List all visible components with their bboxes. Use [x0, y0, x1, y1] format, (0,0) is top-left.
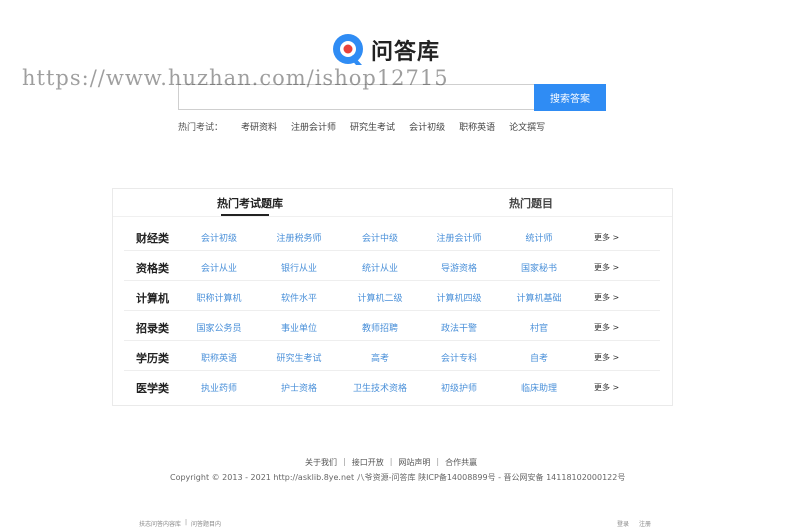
category-link[interactable]: 政法干警: [441, 321, 477, 334]
more-link[interactable]: 更多 >: [594, 292, 619, 303]
more-link[interactable]: 更多 >: [594, 352, 619, 363]
logo-q-icon: [331, 33, 365, 67]
category-link[interactable]: 自考: [530, 351, 548, 364]
category-link[interactable]: 统计从业: [362, 261, 398, 274]
category-link[interactable]: 会计从业: [201, 261, 237, 274]
category-link[interactable]: 研究生考试: [276, 351, 321, 364]
category-title: 招录类: [136, 322, 169, 335]
more-link[interactable]: 更多 >: [594, 232, 619, 243]
search-button[interactable]: 搜索答案: [534, 84, 606, 111]
hot-exams-bar: 热门考试： 考研资料 注册会计师 研究生考试 会计初级 职称英语 论文撰写: [178, 120, 559, 133]
copyright-text: Copyright © 2013 - 2021 http://asklib.8y…: [170, 473, 626, 482]
more-link[interactable]: 更多 >: [594, 382, 619, 393]
category-link[interactable]: 职称计算机: [196, 291, 241, 304]
category-link[interactable]: 注册会计师: [436, 231, 481, 244]
more-link[interactable]: 更多 >: [594, 262, 619, 273]
category-link[interactable]: 国家秘书: [521, 261, 557, 274]
tab-hot-exam-bank[interactable]: 热门考试题库: [217, 195, 283, 211]
category-row-finance: 财经类 会计初级 注册税务师 会计中级 注册会计师 统计师 更多 >: [124, 220, 660, 251]
category-link[interactable]: 计算机二级: [357, 291, 402, 304]
hot-exams-label: 热门考试：: [178, 123, 224, 133]
category-row-recruitment: 招录类 国家公务员 事业单位 教师招聘 政法干警 村官 更多 >: [124, 310, 660, 341]
footer-link-cooperation[interactable]: 合作共赢: [445, 457, 477, 468]
footer-link-api[interactable]: 接口开放: [352, 457, 384, 468]
login-link[interactable]: 登录: [617, 519, 629, 528]
footer-separator: |: [343, 457, 346, 466]
hot-exam-link[interactable]: 研究生考试: [350, 120, 395, 133]
brand-name: 问答库: [371, 40, 441, 65]
category-link[interactable]: 银行从业: [281, 261, 317, 274]
category-title: 医学类: [136, 382, 169, 395]
category-title: 资格类: [136, 262, 169, 275]
category-link[interactable]: 护士资格: [281, 381, 317, 394]
tab-hot-questions[interactable]: 热门题目: [509, 195, 553, 211]
more-link[interactable]: 更多 >: [594, 322, 619, 333]
hot-exam-link[interactable]: 会计初级: [409, 120, 445, 133]
category-link[interactable]: 会计初级: [201, 231, 237, 244]
category-link[interactable]: 卫生技术资格: [353, 381, 407, 394]
category-row-education: 学历类 职称英语 研究生考试 高考 会计专科 自考 更多 >: [124, 340, 660, 371]
category-row-qualification: 资格类 会计从业 银行从业 统计从业 导游资格 国家秘书 更多 >: [124, 250, 660, 281]
category-title: 学历类: [136, 352, 169, 365]
bottom-bar-left: 扶志问答内容库 | 问答题目内: [139, 519, 221, 528]
category-link[interactable]: 职称英语: [201, 351, 237, 364]
bottom-link[interactable]: 扶志问答内容库: [139, 519, 181, 528]
category-link[interactable]: 导游资格: [441, 261, 477, 274]
hot-exam-link[interactable]: 职称英语: [459, 120, 495, 133]
category-link[interactable]: 执业药师: [201, 381, 237, 394]
footer-separator: |: [389, 457, 393, 466]
footer-link-statement[interactable]: 网站声明: [398, 457, 430, 468]
hot-exam-link[interactable]: 论文撰写: [509, 120, 545, 133]
category-link[interactable]: 统计师: [525, 231, 552, 244]
category-link[interactable]: 高考: [371, 351, 389, 364]
register-link[interactable]: 注册: [639, 519, 651, 528]
footer-link-about[interactable]: 关于我们: [305, 457, 337, 468]
category-link[interactable]: 初级护师: [441, 381, 477, 394]
category-link[interactable]: 计算机基础: [516, 291, 561, 304]
hot-exam-link[interactable]: 考研资料: [241, 120, 277, 133]
search-input[interactable]: [178, 84, 534, 110]
bottom-link[interactable]: 问答题目内: [191, 519, 221, 528]
category-link[interactable]: 事业单位: [281, 321, 317, 334]
category-link[interactable]: 临床助理: [521, 381, 557, 394]
footer-links: 关于我们 | 接口开放 | 网站声明 | 合作共赢: [305, 457, 477, 468]
bottom-bar-right: 登录 注册: [617, 519, 651, 528]
logo[interactable]: 问答库: [331, 33, 440, 67]
category-link[interactable]: 注册税务师: [276, 231, 321, 244]
footer-separator: |: [436, 457, 440, 466]
category-link[interactable]: 村官: [530, 321, 548, 334]
category-link[interactable]: 计算机四级: [436, 291, 481, 304]
category-link[interactable]: 软件水平: [281, 291, 317, 304]
category-title: 计算机: [136, 292, 169, 305]
category-row-computer: 计算机 职称计算机 软件水平 计算机二级 计算机四级 计算机基础 更多 >: [124, 280, 660, 311]
category-row-medical: 医学类 执业药师 护士资格 卫生技术资格 初级护师 临床助理 更多 >: [124, 370, 660, 400]
bottom-separator: |: [185, 519, 188, 526]
category-link[interactable]: 国家公务员: [196, 321, 241, 334]
category-title: 财经类: [136, 232, 169, 245]
hot-exam-link[interactable]: 注册会计师: [291, 120, 336, 133]
tab-divider: [113, 216, 672, 217]
category-link[interactable]: 教师招聘: [362, 321, 398, 334]
category-link[interactable]: 会计专科: [441, 351, 477, 364]
category-link[interactable]: 会计中级: [362, 231, 398, 244]
